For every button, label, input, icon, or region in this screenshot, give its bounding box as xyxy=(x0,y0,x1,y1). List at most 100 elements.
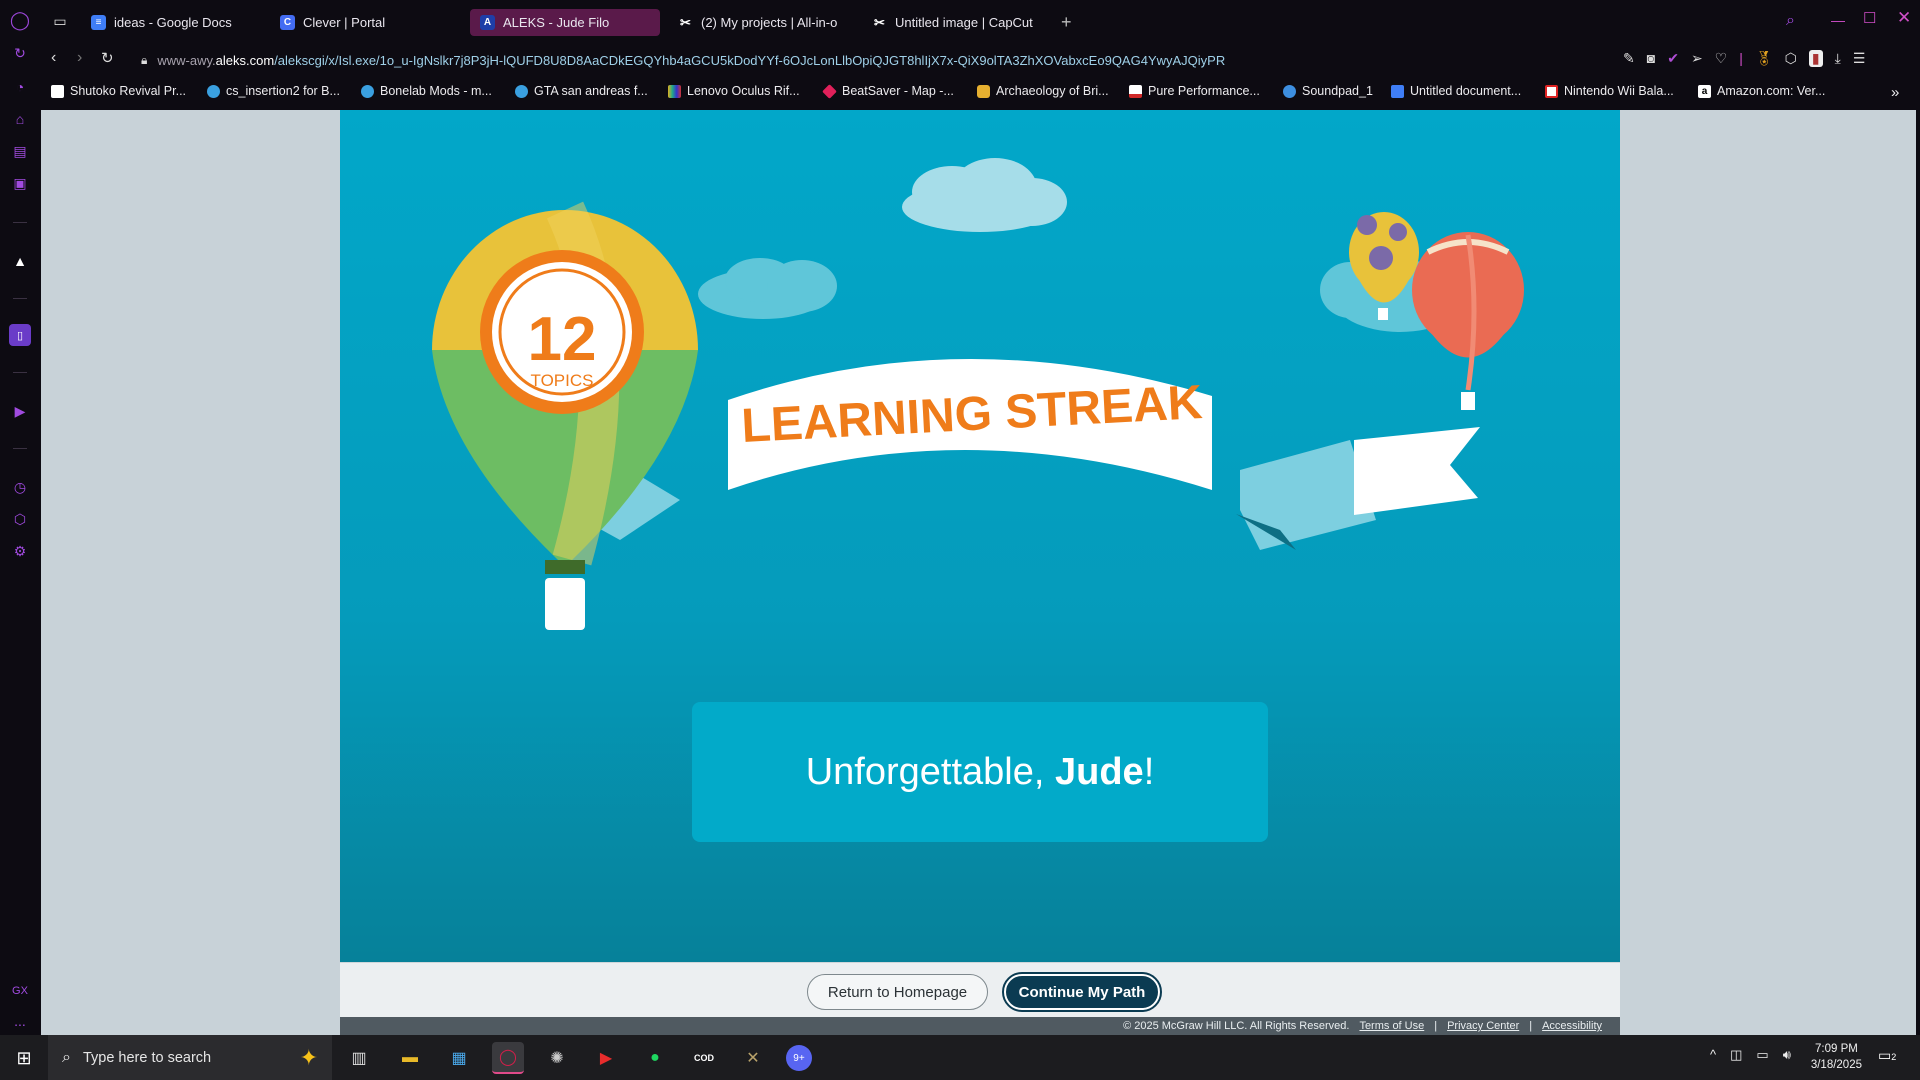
opera-gx-taskbar-icon[interactable]: ◯ xyxy=(492,1042,524,1074)
discord-icon[interactable]: 9+ xyxy=(786,1045,812,1071)
system-clock[interactable]: 7:09 PM 3/18/2025 xyxy=(1811,1041,1862,1073)
tray-expand-icon[interactable]: ^ xyxy=(1710,1047,1716,1063)
file-explorer-icon[interactable]: ▬ xyxy=(394,1042,426,1074)
camera-icon[interactable]: ◙ xyxy=(1647,50,1655,67)
bookmark-item[interactable]: Bonelab Mods - m... xyxy=(361,84,492,98)
bookmark-item[interactable]: cs_insertion2 for B... xyxy=(207,84,340,98)
badge-unit: TOPICS xyxy=(531,371,594,390)
bookmark-item[interactable]: Nintendo Wii Bala... xyxy=(1545,84,1674,98)
copyright-bar: © 2025 McGraw Hill LLC. All Rights Reser… xyxy=(340,1017,1620,1035)
opera-logo-icon[interactable]: ◯ xyxy=(9,9,31,31)
url-domain-prefix: www-awy. xyxy=(157,52,216,68)
sync-icon[interactable]: ↻ xyxy=(9,42,31,64)
bookmarks-overflow-icon[interactable]: » xyxy=(1891,84,1899,101)
profile-avatar-icon[interactable]: ▮ xyxy=(1808,50,1823,67)
tab-label: Clever | Portal xyxy=(303,15,386,30)
continue-my-path-button[interactable]: Continue My Path xyxy=(1002,972,1162,1012)
heart-icon[interactable]: ♡ xyxy=(1715,50,1728,67)
tab-bar: ▭ ≡ ideas - Google Docs C Clever | Porta… xyxy=(41,0,1920,42)
bookmark-item[interactable]: Untitled document... xyxy=(1391,84,1521,98)
bookmark-item[interactable]: Soundpad_1 xyxy=(1283,84,1373,98)
cloud-icon xyxy=(1283,84,1296,98)
copilot-sparkle-icon[interactable]: ✦ xyxy=(300,1045,318,1071)
messenger-icon[interactable]: ▣ xyxy=(9,172,31,194)
extensions-icon[interactable]: ⬡ xyxy=(9,508,31,530)
vpn-badge-icon[interactable]: ✔ xyxy=(1667,50,1679,67)
sidebar-divider xyxy=(13,298,27,299)
forward-icon[interactable]: › xyxy=(77,49,82,67)
tab-capcut-projects[interactable]: ✂ (2) My projects | All-in-o xyxy=(668,9,848,36)
bookmark-item[interactable]: BeatSaver - Map -... xyxy=(822,83,954,99)
notifications-icon[interactable]: ▭2 xyxy=(1878,1047,1896,1064)
settings-icon[interactable]: ⚙ xyxy=(9,540,31,562)
volume-icon[interactable]: 🔊︎ xyxy=(1783,1047,1791,1063)
new-tab-button[interactable]: + xyxy=(1055,9,1083,36)
network-icon[interactable]: ▭ xyxy=(1756,1047,1768,1063)
tab-island-icon[interactable]: ▭ xyxy=(49,10,71,32)
terms-of-use-link[interactable]: Terms of Use xyxy=(1359,1020,1424,1032)
windows-start-icon[interactable]: ⊞ xyxy=(8,1042,40,1074)
google-docs-icon xyxy=(1391,84,1404,98)
twitch-icon[interactable]: ▯ xyxy=(9,324,31,346)
cube-icon[interactable]: ⬡ xyxy=(1785,50,1797,67)
url-field[interactable]: 🔒︎ www-awy.aleks.com/alekscgi/x/Isl.exe/… xyxy=(141,48,1641,72)
sidebar-more-icon[interactable]: ... xyxy=(9,1010,31,1032)
download-icon[interactable]: ⤓ xyxy=(1835,50,1841,67)
tab-search-icon[interactable]: ⌕ xyxy=(1786,12,1795,30)
bookmark-item[interactable]: a Amazon.com: Ver... xyxy=(1698,84,1825,98)
game-store-icon[interactable]: ⌂ xyxy=(9,108,31,130)
meet-now-icon[interactable]: ◫ xyxy=(1730,1047,1742,1063)
aleks-icon: A xyxy=(480,15,495,30)
player-icon[interactable]: ▶ xyxy=(9,400,31,422)
send-icon[interactable]: ➢ xyxy=(1691,50,1703,67)
search-placeholder: Type here to search xyxy=(82,1049,212,1066)
tab-clever[interactable]: C Clever | Portal xyxy=(270,9,450,36)
bookmark-label: Archaeology of Bri... xyxy=(996,84,1109,98)
tab-capcut-image[interactable]: ✂ Untitled image | CapCut xyxy=(862,9,1052,36)
tab-aleks[interactable]: A ALEKS - Jude Filo xyxy=(470,9,660,36)
game-launcher-icon[interactable]: ✕ xyxy=(737,1042,769,1074)
task-view-icon[interactable]: ▥ xyxy=(343,1042,375,1074)
aria-icon[interactable]: ▲ xyxy=(9,250,31,272)
privacy-center-link[interactable]: Privacy Center xyxy=(1447,1020,1519,1032)
minimize-icon[interactable]: — xyxy=(1831,12,1845,28)
spotify-icon[interactable]: ● xyxy=(639,1042,671,1074)
link-separator: | xyxy=(1434,1020,1438,1032)
bookmark-item[interactable]: Lenovo Oculus Rif... xyxy=(668,84,800,98)
bookmark-item[interactable]: Shutoko Revival Pr... xyxy=(51,84,186,98)
history-icon[interactable]: ◷ xyxy=(9,476,31,498)
link-separator: | xyxy=(1529,1020,1533,1032)
news-icon[interactable]: ▤ xyxy=(9,140,31,162)
accessibility-link[interactable]: Accessibility xyxy=(1542,1020,1602,1032)
taskbar-search[interactable]: ⌕ Type here to search ✦ xyxy=(48,1035,332,1080)
back-icon[interactable]: ‹ xyxy=(51,49,56,67)
maximize-icon[interactable]: ☐ xyxy=(1863,9,1876,27)
app-atom-icon[interactable]: ✺ xyxy=(541,1042,573,1074)
bookmark-item[interactable]: Pure Performance... xyxy=(1129,84,1260,98)
store-icon[interactable]: ▦ xyxy=(443,1042,475,1074)
tab-google-docs[interactable]: ≡ ideas - Google Docs xyxy=(81,9,261,36)
reload-icon[interactable]: ↻ xyxy=(101,49,114,67)
student-name: Jude xyxy=(1055,750,1144,793)
sidebar-divider xyxy=(13,222,27,223)
close-icon[interactable]: ✕ xyxy=(1897,8,1911,28)
return-to-homepage-button[interactable]: Return to Homepage xyxy=(807,974,988,1010)
menu-lines-icon[interactable]: ☰ xyxy=(1853,50,1866,67)
gx-control-icon[interactable]: GX xyxy=(9,980,31,1002)
tab-label: (2) My projects | All-in-o xyxy=(701,15,838,30)
youtube-icon[interactable]: ▶ xyxy=(590,1042,622,1074)
capcut-icon: ✂ xyxy=(874,14,885,30)
bookmark-label: BeatSaver - Map -... xyxy=(842,84,954,98)
opera-sidebar: ◯ ↻ ◔ ⌂ ▤ ▣ ▲ ▯ ▶ ◷ ⬡ ⚙ GX ... xyxy=(0,0,41,1035)
bookmark-item[interactable]: GTA san andreas f... xyxy=(515,84,648,98)
clever-icon: C xyxy=(280,15,295,30)
gear-badge-icon xyxy=(361,84,374,98)
speed-dial-icon[interactable]: ◔ xyxy=(9,76,31,98)
red-balloon xyxy=(1412,232,1524,410)
call-of-duty-icon[interactable]: COD xyxy=(688,1042,720,1074)
snapshot-edit-icon[interactable]: ✎ xyxy=(1623,50,1635,67)
medal-icon[interactable]: 🏅︎ xyxy=(1755,50,1773,67)
bookmark-item[interactable]: Archaeology of Bri... xyxy=(977,84,1109,98)
google-docs-icon: ≡ xyxy=(91,15,106,30)
cloud-left xyxy=(698,258,837,319)
